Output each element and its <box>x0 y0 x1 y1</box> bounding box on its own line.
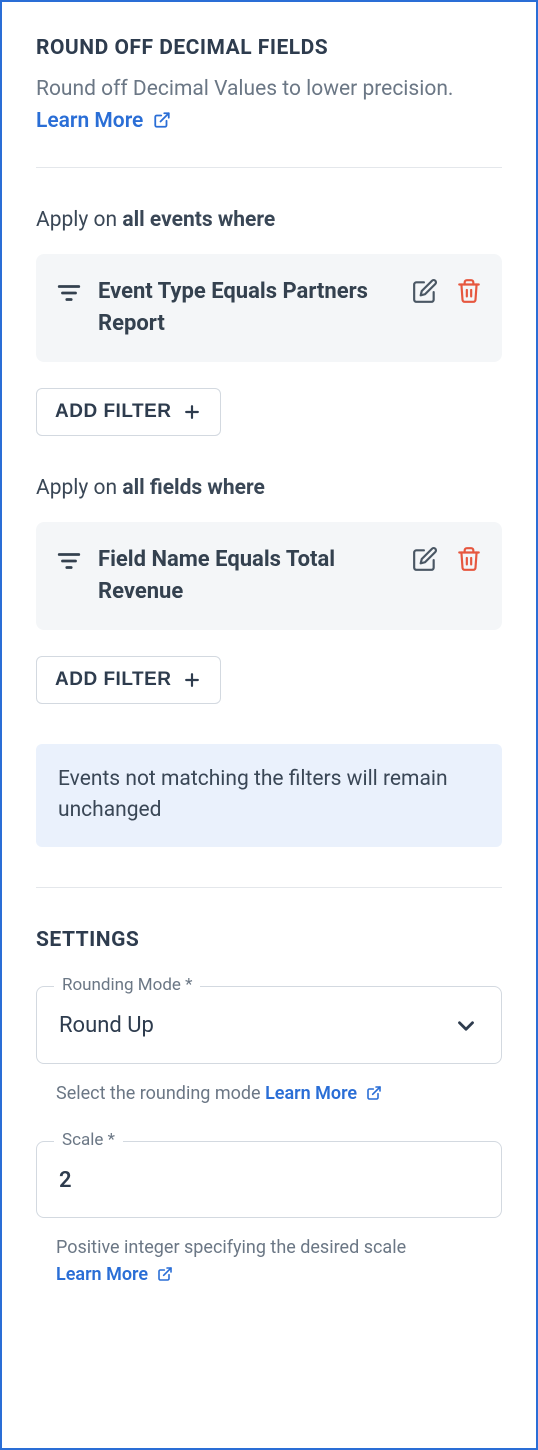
panel-description: Round off Decimal Values to lower precis… <box>36 74 502 137</box>
rounding-mode-label: Rounding Mode * <box>54 975 200 995</box>
learn-more-label: Learn More <box>36 109 143 133</box>
help-text: Select the rounding mode <box>56 1083 261 1104</box>
event-filter-text: Event Type Equals Partners Report <box>98 276 396 340</box>
rounding-mode-value: Round Up <box>59 1013 154 1038</box>
external-link-icon <box>157 1266 173 1282</box>
info-box: Events not matching the filters will rem… <box>36 744 502 847</box>
edit-filter-button[interactable] <box>412 278 438 304</box>
divider <box>36 167 502 168</box>
field-filter-text: Field Name Equals Total Revenue <box>98 544 396 608</box>
delete-filter-button[interactable] <box>456 278 482 304</box>
add-filter-label: ADD FILTER <box>55 401 172 423</box>
learn-more-link[interactable]: Learn More <box>265 1083 382 1104</box>
events-apply-on: Apply on all events where <box>36 208 502 232</box>
rounding-mode-help: Select the rounding mode Learn More <box>36 1074 502 1107</box>
add-filter-label: ADD FILTER <box>55 669 172 691</box>
trash-icon <box>456 546 482 572</box>
edit-icon <box>412 546 438 572</box>
scale-help: Positive integer specifying the desired … <box>36 1228 502 1288</box>
trash-icon <box>456 278 482 304</box>
edit-filter-button[interactable] <box>412 546 438 572</box>
field-filter-card: Field Name Equals Total Revenue <box>36 522 502 630</box>
add-field-filter-button[interactable]: ADD FILTER <box>36 656 221 704</box>
plus-icon <box>182 670 202 690</box>
rounding-mode-field: Rounding Mode * Round Up <box>36 986 502 1064</box>
learn-more-link[interactable]: Learn More <box>36 109 171 133</box>
filter-icon <box>56 544 82 578</box>
scale-input[interactable]: 2 <box>36 1141 502 1218</box>
fields-apply-on: Apply on all fields where <box>36 476 502 500</box>
external-link-icon <box>153 111 171 129</box>
edit-icon <box>412 278 438 304</box>
divider <box>36 887 502 888</box>
learn-more-label: Learn More <box>265 1083 357 1104</box>
chevron-down-icon <box>453 1013 479 1039</box>
apply-bold: all events where <box>122 208 275 232</box>
rounding-mode-select[interactable]: Round Up <box>36 986 502 1064</box>
description-text: Round off Decimal Values to lower precis… <box>36 77 453 101</box>
scale-label: Scale * <box>54 1130 123 1150</box>
help-text: Positive integer specifying the desired … <box>56 1237 406 1258</box>
apply-prefix: Apply on <box>36 476 122 500</box>
external-link-icon <box>366 1085 382 1101</box>
scale-value: 2 <box>59 1168 72 1193</box>
delete-filter-button[interactable] <box>456 546 482 572</box>
apply-bold: all fields where <box>122 476 264 500</box>
event-filter-card: Event Type Equals Partners Report <box>36 254 502 362</box>
filter-icon <box>56 276 82 310</box>
learn-more-label: Learn More <box>56 1264 148 1285</box>
scale-field: Scale * 2 <box>36 1141 502 1218</box>
add-event-filter-button[interactable]: ADD FILTER <box>36 388 221 436</box>
plus-icon <box>182 402 202 422</box>
learn-more-link[interactable]: Learn More <box>56 1264 173 1285</box>
panel-title: ROUND OFF DECIMAL FIELDS <box>36 36 502 60</box>
settings-title: SETTINGS <box>36 928 502 952</box>
apply-prefix: Apply on <box>36 208 122 232</box>
